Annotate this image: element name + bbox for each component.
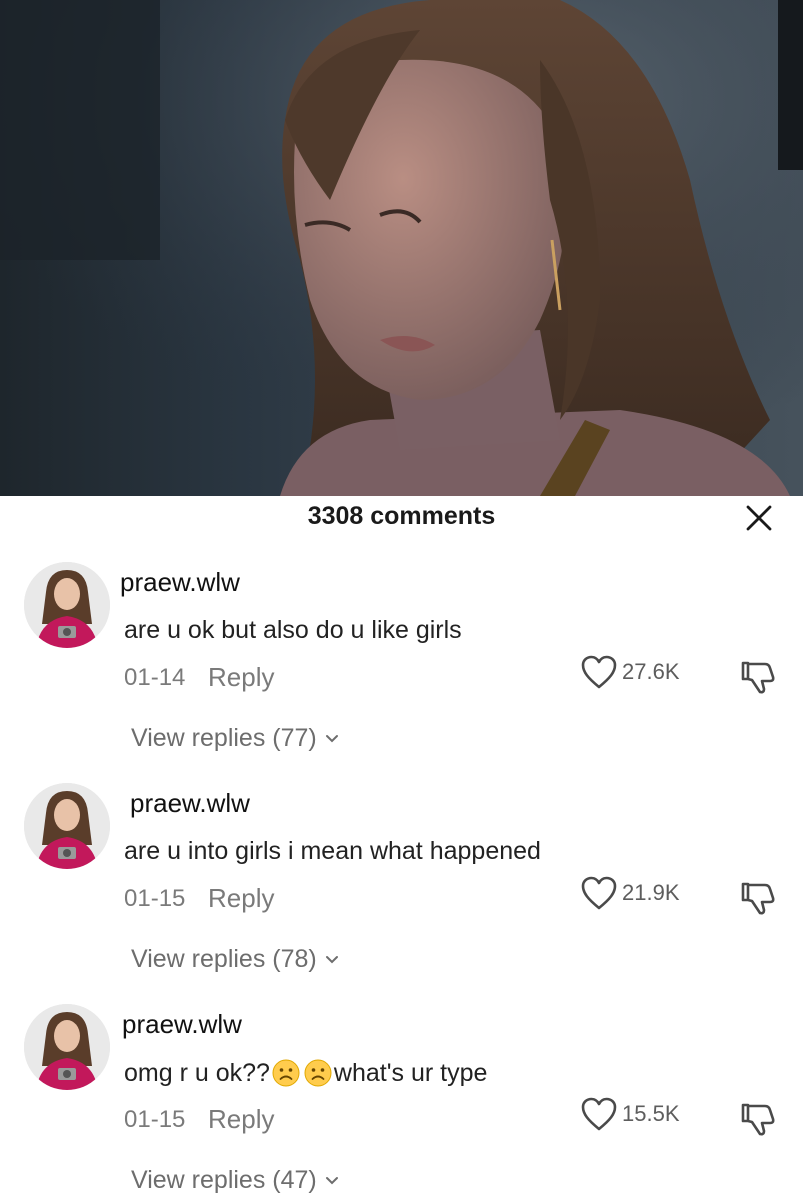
reply-button[interactable]: Reply	[208, 883, 274, 914]
like-button[interactable]: 27.6K	[580, 654, 680, 690]
thumbs-down-icon	[741, 882, 775, 915]
comment-text: are u into girls i mean what happened	[124, 837, 541, 866]
screenshot: 3308 comments praew.wlw are u ok but als…	[0, 0, 803, 1200]
thumbs-down-icon	[741, 661, 775, 694]
like-button[interactable]: 21.9K	[580, 875, 680, 911]
avatar[interactable]	[24, 1004, 110, 1090]
heart-icon	[581, 1097, 617, 1131]
avatar-image	[24, 562, 110, 648]
close-button[interactable]	[741, 500, 777, 536]
thumbs-down-icon	[741, 1103, 775, 1136]
like-count: 15.5K	[622, 1101, 680, 1126]
comment-username[interactable]: praew.wlw	[120, 567, 240, 598]
comment-text-after: what's ur type	[333, 1058, 488, 1087]
comment-username[interactable]: praew.wlw	[130, 788, 250, 819]
heart-icon	[581, 876, 617, 910]
like-count: 27.6K	[622, 659, 680, 684]
comment-text: are u ok but also do u like girls	[124, 616, 462, 645]
comments-panel: 3308 comments praew.wlw are u ok but als…	[0, 496, 803, 1200]
like-count: 21.9K	[622, 880, 680, 905]
close-icon	[746, 505, 772, 531]
comment-text-content: are u ok but also do u like girls	[124, 616, 462, 644]
dislike-button[interactable]	[736, 875, 780, 919]
avatar-image	[24, 1004, 110, 1090]
view-replies-label: View replies (77)	[131, 724, 317, 752]
frowning-face-emoji-icon	[272, 1059, 300, 1087]
comments-count-title: 3308 comments	[307, 502, 496, 530]
avatar[interactable]	[24, 783, 110, 869]
avatar[interactable]	[24, 562, 110, 648]
view-replies-label: View replies (78)	[131, 945, 317, 973]
avatar-image	[24, 783, 110, 869]
chevron-down-icon	[325, 1176, 338, 1184]
comment-item: praew.wlw are u ok but also do u like gi…	[0, 562, 803, 782]
comment-text-before: omg r u ok??	[124, 1058, 270, 1087]
heart-icon	[581, 655, 617, 689]
view-replies-label: View replies (47)	[131, 1166, 317, 1194]
dislike-button[interactable]	[736, 654, 780, 698]
video-image	[0, 0, 803, 496]
comment-item: praew.wlw omg r u ok?? what's ur type 01	[0, 1004, 803, 1200]
chevron-down-icon	[325, 955, 338, 963]
view-replies-button[interactable]: View replies (78)	[131, 945, 339, 974]
comment-username[interactable]: praew.wlw	[122, 1009, 242, 1040]
like-button[interactable]: 15.5K	[580, 1096, 680, 1132]
reply-button[interactable]: Reply	[208, 662, 274, 693]
frowning-face-emoji-icon	[304, 1059, 332, 1087]
view-replies-button[interactable]: View replies (77)	[131, 724, 339, 753]
dislike-button[interactable]	[736, 1096, 780, 1140]
comment-date: 01-15	[124, 885, 186, 912]
view-replies-button[interactable]: View replies (47)	[131, 1166, 339, 1195]
video-frame[interactable]	[0, 0, 803, 496]
reply-button[interactable]: Reply	[208, 1104, 274, 1135]
chevron-down-icon	[325, 734, 338, 742]
comment-text-content: are u into girls i mean what happened	[124, 837, 541, 865]
comment-date: 01-14	[124, 664, 186, 691]
comments-header: 3308 comments	[0, 496, 803, 542]
comment-date: 01-15	[124, 1106, 186, 1133]
comment-item: praew.wlw are u into girls i mean what h…	[0, 783, 803, 1003]
comment-text: omg r u ok?? what's ur type	[124, 1058, 487, 1088]
